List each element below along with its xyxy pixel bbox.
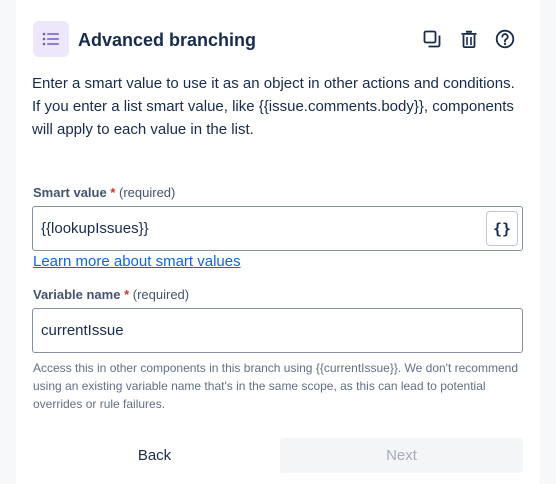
variable-help-text: Access this in other components in this … <box>33 361 518 411</box>
variable-name-label: Variable name * (required) <box>33 287 189 303</box>
advanced-branching-panel: Advanced branching Enter a smart value t… <box>16 0 540 484</box>
help-button[interactable] <box>494 27 516 51</box>
smart-value-label-text: Smart value <box>33 185 107 200</box>
required-text: (required) <box>132 287 190 302</box>
trash-icon <box>461 30 477 48</box>
variable-name-input-text: currentIssue <box>41 322 124 339</box>
duplicate-button[interactable] <box>421 27 443 51</box>
insert-smart-value-button[interactable]: {} <box>486 211 518 246</box>
required-star: * <box>110 185 116 200</box>
variable-name-label-text: Variable name <box>33 287 121 302</box>
next-button[interactable]: Next <box>280 438 523 473</box>
description-text: Enter a smart value to use it as an obje… <box>32 75 515 138</box>
help-icon <box>495 29 515 49</box>
back-button[interactable]: Back <box>33 438 276 473</box>
variable-name-input[interactable]: currentIssue <box>32 308 523 353</box>
smart-value-input[interactable]: {{lookupIssues}} {} <box>32 206 523 251</box>
required-text: (required) <box>119 185 176 200</box>
smart-value-label: Smart value * (required) <box>33 185 175 201</box>
panel-title: Advanced branching <box>78 30 257 50</box>
panel-header: Advanced branching <box>16 0 540 68</box>
smart-value-input-text: {{lookupIssues}} <box>41 220 149 237</box>
duplicate-icon <box>423 30 441 48</box>
required-star: * <box>124 287 130 302</box>
learn-more-link[interactable]: Learn more about smart values <box>33 252 241 272</box>
list-icon <box>33 21 69 57</box>
delete-button[interactable] <box>458 27 480 51</box>
